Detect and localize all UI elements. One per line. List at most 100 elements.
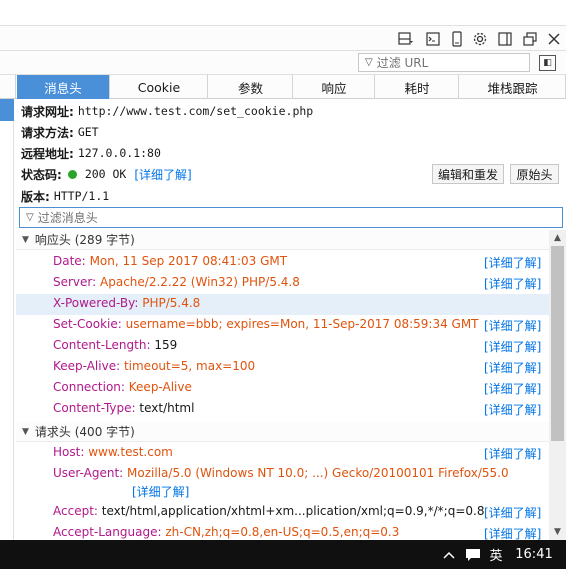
header-row[interactable]: Connection: Keep-Alive [详细了解]: [16, 378, 549, 399]
scroll-up-arrow-icon[interactable]: ▲: [549, 230, 566, 246]
responsive-design-icon[interactable]: [448, 30, 466, 48]
response-headers-title: 响应头 (289 字节): [34, 233, 135, 247]
separate-window-icon[interactable]: [521, 30, 539, 48]
tab-timings[interactable]: 耗时: [376, 75, 459, 99]
header-row[interactable]: Set-Cookie: username=bbb; expires=Mon, 1…: [16, 315, 549, 336]
request-url-value: http://www.test.com/set_cookie.php: [77, 104, 314, 118]
tab-response[interactable]: 响应: [294, 75, 375, 99]
header-value: username=bbb; expires=Mon, 11-Sep-2017 0…: [125, 317, 479, 331]
windows-taskbar: 英 16:41: [0, 540, 566, 569]
header-value: Apache/2.2.22 (Win32) PHP/5.4.8: [100, 275, 300, 289]
learn-more-link[interactable]: [详细了解]: [484, 254, 541, 271]
header-name: User-Agent:: [53, 466, 124, 480]
tab-headers[interactable]: 消息头: [17, 75, 110, 99]
funnel-icon: ▽: [26, 212, 34, 223]
action-center-icon[interactable]: [462, 540, 484, 569]
toggle-details-panel-icon[interactable]: ◧: [539, 55, 556, 71]
learn-more-link[interactable]: [详细了解]: [484, 275, 541, 292]
scroll-down-arrow-icon[interactable]: ▼: [549, 524, 566, 540]
console-split-icon[interactable]: [424, 30, 442, 48]
filter-headers-input[interactable]: ▽ 过滤消息头: [19, 207, 563, 228]
status-ok-icon: [67, 169, 77, 179]
header-value: Keep-Alive: [128, 380, 192, 394]
filter-url-placeholder: 过滤 URL: [376, 56, 429, 70]
request-headers-section[interactable]: ▼ 请求头 (400 字节): [16, 422, 549, 442]
request-headers-title: 请求头 (400 字节): [34, 425, 135, 439]
edit-and-resend-button[interactable]: 编辑和重发: [432, 164, 504, 184]
remote-address-label: 远程地址:: [21, 146, 74, 161]
filter-headers-placeholder: 过滤消息头: [37, 211, 98, 225]
top-strip: [0, 0, 566, 25]
header-value: 159: [154, 338, 178, 352]
header-name: Set-Cookie:: [53, 317, 122, 331]
version-label: 版本:: [21, 189, 50, 204]
learn-more-link[interactable]: [详细了解]: [484, 525, 541, 540]
status-code-value: 200 OK: [84, 167, 127, 181]
tab-stack-trace[interactable]: 堆栈跟踪: [460, 75, 566, 99]
details-tabs: 消息头 Cookie 参数 响应 耗时 堆栈跟踪: [0, 75, 566, 99]
header-row[interactable]: Host: www.test.com [详细了解]: [16, 443, 549, 464]
request-list-edge: [0, 99, 14, 540]
request-method-label: 请求方法:: [21, 125, 74, 140]
status-code-label: 状态码:: [21, 167, 62, 182]
response-headers-section[interactable]: ▼ 响应头 (289 字节): [16, 230, 549, 250]
learn-more-link[interactable]: [详细了解]: [484, 380, 541, 397]
header-value: text/html,application/xhtml+xm...plicati…: [101, 504, 485, 518]
header-name: X-Powered-By:: [53, 296, 139, 310]
header-value: Mozilla/5.0 (Windows NT 10.0; ...) Gecko…: [127, 466, 509, 480]
header-row[interactable]: Content-Length: 159 [详细了解]: [16, 336, 549, 357]
learn-more-link[interactable]: [详细了解]: [484, 317, 541, 334]
settings-gear-icon[interactable]: [471, 30, 489, 48]
learn-more-link[interactable]: [详细了解]: [484, 445, 541, 462]
input-method-indicator[interactable]: 英: [486, 540, 506, 569]
status-code-line: 状态码: 200 OK [详细了解]: [21, 164, 192, 184]
learn-more-link[interactable]: [详细了解]: [484, 504, 541, 521]
header-name: Connection:: [53, 380, 125, 394]
side-panel-icon[interactable]: [496, 30, 514, 48]
funnel-icon: ▽: [365, 57, 373, 68]
header-name: Keep-Alive:: [53, 359, 121, 373]
header-value: timeout=5, max=100: [123, 359, 256, 373]
tab-gap: [0, 75, 16, 99]
learn-more-link[interactable]: [详细了解]: [484, 338, 541, 355]
header-value: www.test.com: [88, 445, 173, 459]
header-name: Date:: [53, 254, 86, 268]
header-value: zh-CN,zh;q=0.8,en-US;q=0.5,en;q=0.3: [165, 525, 400, 539]
taskbar-clock[interactable]: 16:41: [513, 540, 555, 569]
header-value: Mon, 11 Sep 2017 08:41:03 GMT: [89, 254, 288, 268]
filter-url-input[interactable]: ▽ 过滤 URL: [358, 53, 530, 72]
version-line: 版本: HTTP/1.1: [21, 186, 109, 206]
header-name: Content-Type:: [53, 401, 136, 415]
header-row[interactable]: User-Agent: Mozilla/5.0 (Windows NT 10.0…: [16, 464, 549, 502]
request-url-line: 请求网址: http://www.test.com/set_cookie.php: [21, 101, 313, 121]
header-name: Accept:: [53, 504, 98, 518]
status-learn-more-link[interactable]: [详细了解]: [134, 166, 191, 183]
header-value: text/html: [139, 401, 195, 415]
collapse-triangle-icon: ▼: [22, 426, 29, 437]
request-method-line: 请求方法: GET: [21, 122, 99, 142]
close-icon[interactable]: [545, 30, 563, 48]
header-row[interactable]: Server: Apache/2.2.22 (Win32) PHP/5.4.8 …: [16, 273, 549, 294]
tab-cookie[interactable]: Cookie: [111, 75, 208, 99]
tab-params[interactable]: 参数: [209, 75, 293, 99]
learn-more-link[interactable]: [详细了解]: [484, 359, 541, 376]
header-row[interactable]: Accept-Language: zh-CN,zh;q=0.8,en-US;q=…: [16, 523, 549, 540]
learn-more-link[interactable]: [详细了解]: [132, 483, 189, 500]
header-row[interactable]: Keep-Alive: timeout=5, max=100 [详细了解]: [16, 357, 549, 378]
header-row-hovered[interactable]: X-Powered-By: PHP/5.4.8: [16, 294, 549, 315]
show-hidden-icons-chevron-icon[interactable]: [440, 540, 458, 569]
dock-mode-icon[interactable]: [397, 30, 415, 48]
header-row[interactable]: Content-Type: text/html [详细了解]: [16, 399, 549, 420]
header-name: Host:: [53, 445, 85, 459]
header-name: Server:: [53, 275, 97, 289]
header-row[interactable]: Date: Mon, 11 Sep 2017 08:41:03 GMT [详细了…: [16, 252, 549, 273]
header-name: Accept-Language:: [53, 525, 162, 539]
request-url-label: 请求网址:: [21, 104, 74, 119]
filter-row: ▽ 过滤 URL ◧: [0, 51, 566, 75]
scrollbar-thumb[interactable]: [551, 246, 564, 441]
header-row[interactable]: Accept: text/html,application/xhtml+xm..…: [16, 502, 549, 523]
raw-headers-button[interactable]: 原始头: [510, 164, 559, 184]
collapse-triangle-icon: ▼: [22, 234, 29, 245]
header-value: PHP/5.4.8: [142, 296, 201, 310]
learn-more-link[interactable]: [详细了解]: [484, 401, 541, 418]
